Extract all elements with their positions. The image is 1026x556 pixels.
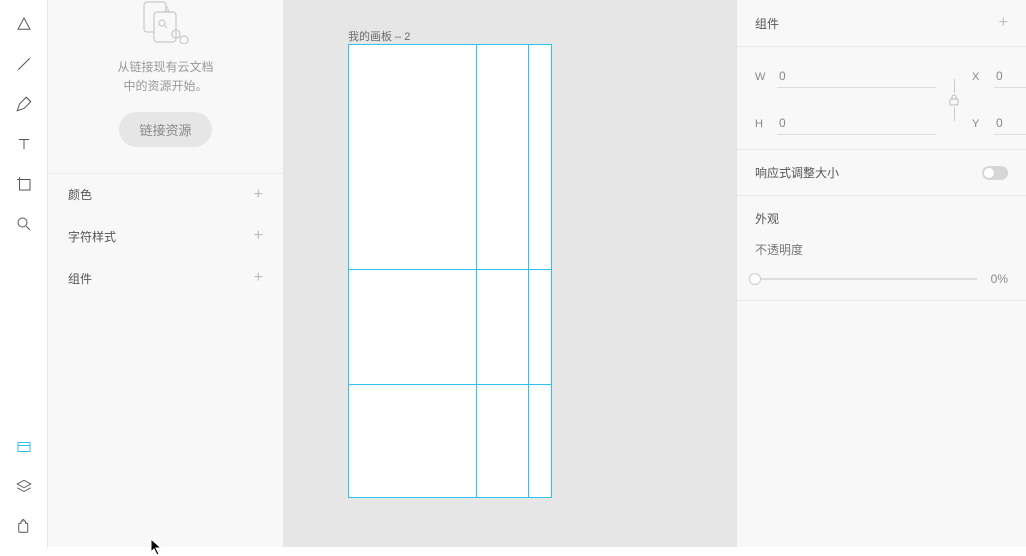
link-assets-button[interactable]: 链接资源: [119, 112, 211, 147]
canvas[interactable]: 我的画板 – 2: [284, 0, 736, 547]
opacity-value: 0%: [991, 272, 1008, 286]
cloud-link-icon: A: [68, 0, 263, 44]
responsive-resize-label: 响应式调整大小: [755, 164, 839, 181]
tool-rail: [0, 0, 48, 547]
artboard-title[interactable]: 我的画板 – 2: [348, 28, 410, 44]
line-tool[interactable]: [0, 44, 48, 84]
width-label: W: [755, 71, 767, 83]
plugins-panel-button[interactable]: [0, 507, 48, 547]
opacity-label: 不透明度: [755, 241, 1008, 258]
zoom-tool[interactable]: [0, 204, 48, 244]
guide-horizontal[interactable]: [348, 497, 552, 498]
text-tool[interactable]: [0, 124, 48, 164]
colors-section[interactable]: 颜色 +: [48, 173, 283, 215]
add-component-instance-button[interactable]: +: [999, 14, 1008, 32]
layers-panel-button[interactable]: [0, 467, 48, 507]
component-section-title: 组件: [755, 15, 779, 32]
svg-text:A: A: [164, 5, 170, 15]
triangle-tool[interactable]: [0, 4, 48, 44]
components-label: 组件: [68, 270, 92, 287]
pen-tool[interactable]: [0, 84, 48, 124]
char-styles-section[interactable]: 字符样式 +: [48, 215, 283, 257]
assets-panel: A 从链接现有云文档 中的资源开始。 链接资源 颜色 + 字符样式 + 组件 +: [48, 0, 284, 547]
artboard[interactable]: [348, 44, 552, 498]
add-component-button[interactable]: +: [254, 269, 263, 287]
add-color-button[interactable]: +: [254, 186, 263, 204]
guide-horizontal[interactable]: [348, 384, 552, 385]
guide-vertical[interactable]: [348, 44, 349, 498]
transform-section: W H X Y: [737, 47, 1026, 150]
height-label: H: [755, 118, 767, 130]
opacity-slider[interactable]: [755, 278, 977, 280]
appearance-title: 外观: [755, 210, 1008, 227]
guide-vertical[interactable]: [551, 44, 552, 498]
colors-label: 颜色: [68, 186, 92, 203]
y-input[interactable]: [994, 112, 1026, 135]
lock-aspect-button[interactable]: [948, 79, 960, 121]
guide-horizontal[interactable]: [348, 44, 552, 45]
libraries-panel-button[interactable]: [0, 427, 48, 467]
inspector-panel: 组件 + W H X: [736, 0, 1026, 547]
add-charstyle-button[interactable]: +: [254, 227, 263, 245]
guide-vertical[interactable]: [476, 44, 477, 498]
responsive-resize-toggle[interactable]: [982, 166, 1008, 180]
components-section[interactable]: 组件 +: [48, 257, 283, 299]
x-input[interactable]: [994, 65, 1026, 88]
y-label: Y: [972, 118, 984, 130]
cloud-hint-line2: 中的资源开始。: [68, 77, 263, 96]
cloud-assets-hint: A 从链接现有云文档 中的资源开始。 链接资源: [48, 0, 283, 173]
height-input[interactable]: [777, 112, 936, 135]
guide-horizontal[interactable]: [348, 269, 552, 270]
x-label: X: [972, 71, 984, 83]
guide-vertical[interactable]: [528, 44, 529, 498]
width-input[interactable]: [777, 65, 936, 88]
cloud-hint-line1: 从链接现有云文档: [68, 58, 263, 77]
char-styles-label: 字符样式: [68, 228, 116, 245]
artboard-tool[interactable]: [0, 164, 48, 204]
